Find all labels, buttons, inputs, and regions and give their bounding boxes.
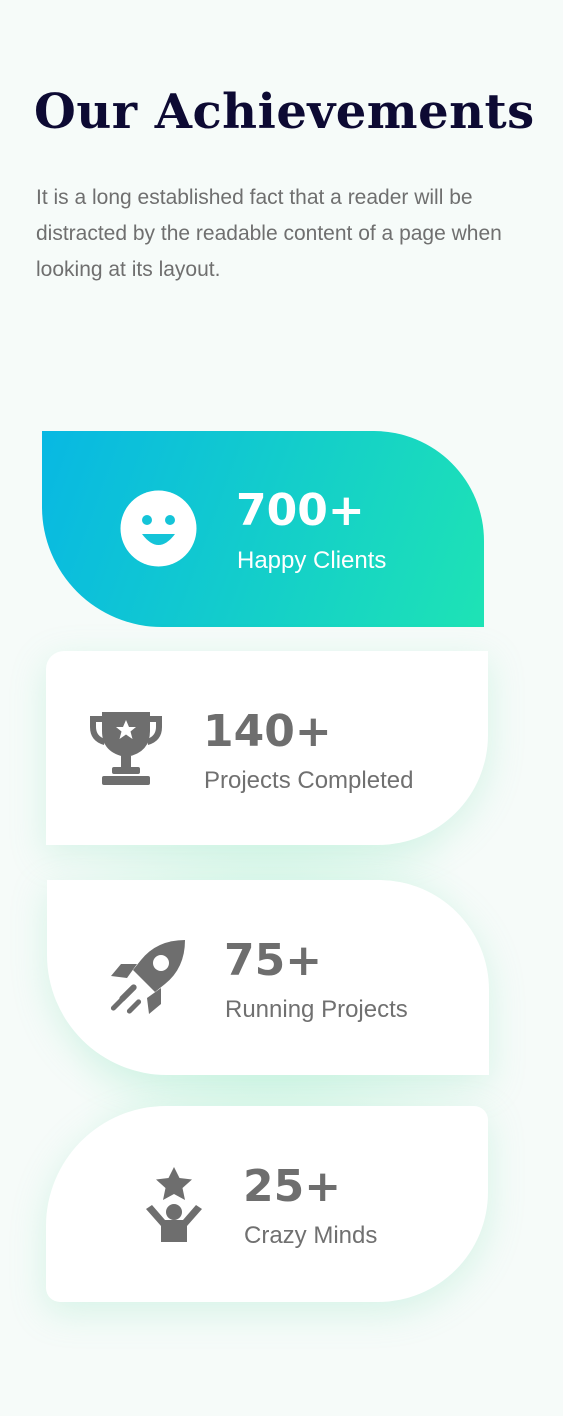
stat-value: 75+ [224, 935, 323, 986]
smiley-face-icon [120, 490, 197, 571]
section-description: It is a long established fact that a rea… [36, 186, 502, 281]
stat-value: 700+ [236, 485, 365, 536]
stat-value: 140+ [203, 706, 332, 757]
stat-card-happy-clients: 700+ Happy Clients [42, 431, 484, 627]
stat-card-projects-completed: 140+ Projects Completed [46, 651, 488, 845]
stat-label: Crazy Minds [244, 1222, 378, 1249]
page-title: Our Achievements [34, 84, 535, 140]
stat-label: Running Projects [225, 996, 408, 1023]
person-star-icon [142, 1165, 206, 1249]
stat-card-running-projects: 75+ Running Projects [47, 880, 489, 1075]
stat-label: Happy Clients [237, 547, 387, 574]
stat-card-crazy-minds: 25+ Crazy Minds [46, 1106, 488, 1302]
trophy-icon [87, 709, 165, 793]
stat-value: 25+ [243, 1161, 342, 1212]
rocket-icon [107, 938, 187, 1022]
stat-label: Projects Completed [204, 767, 414, 794]
